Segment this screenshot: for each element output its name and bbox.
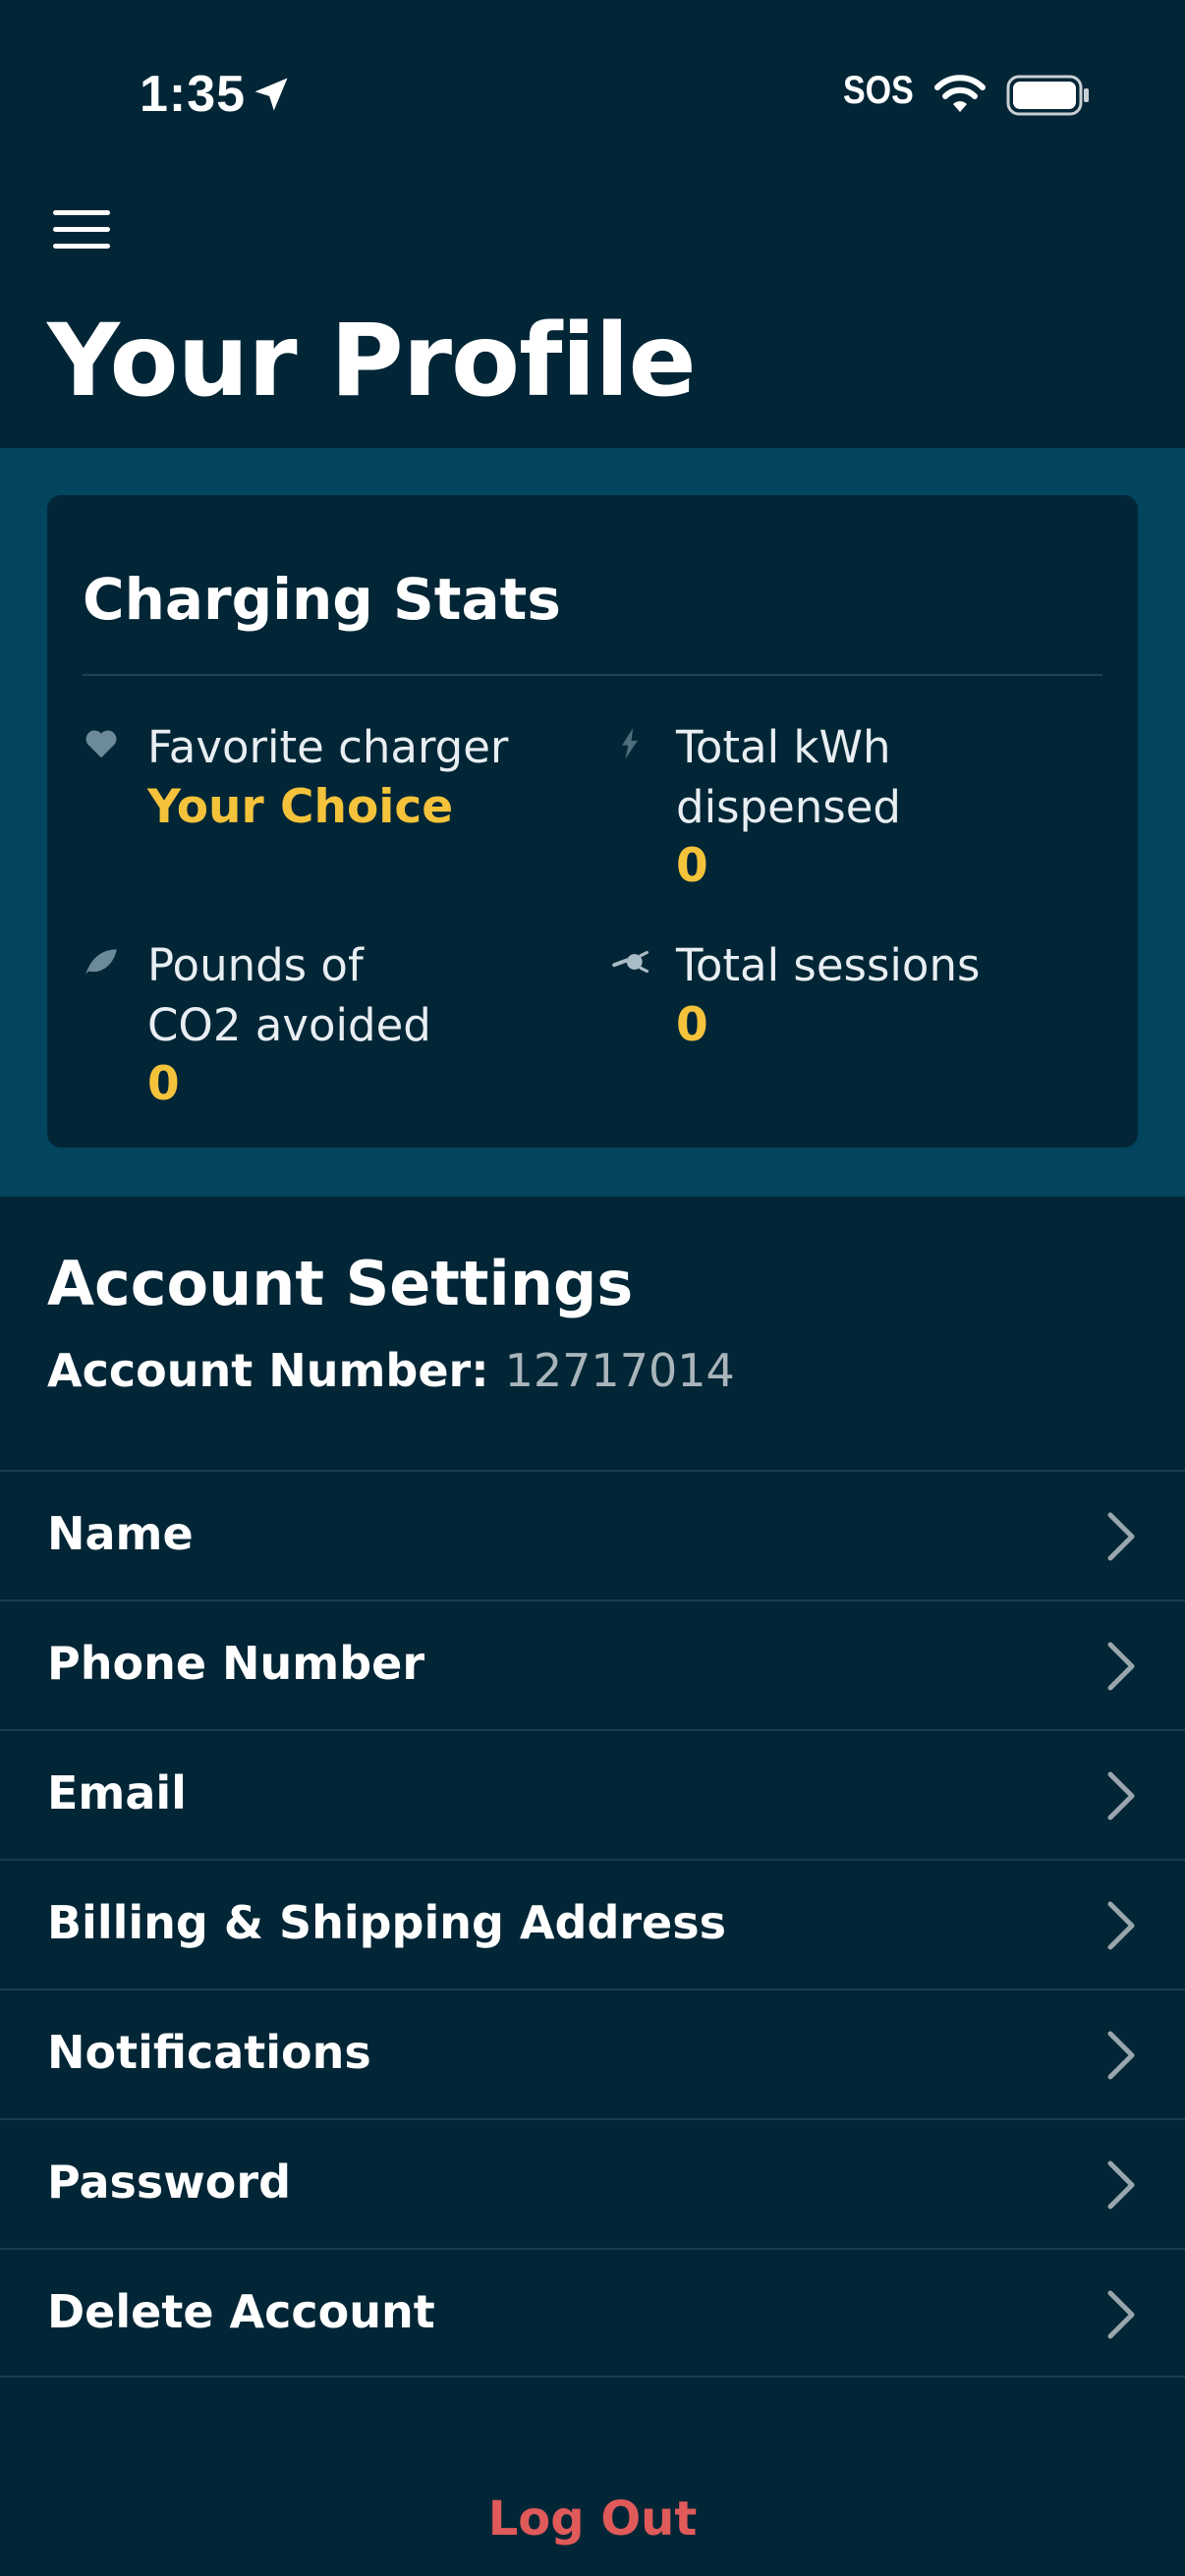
- log-out-button[interactable]: Log Out: [0, 2492, 1185, 2547]
- settings-item-password[interactable]: Password: [0, 2118, 1185, 2248]
- settings-item-label: Name: [47, 1507, 194, 1560]
- stat-label: Total sessions: [676, 939, 981, 991]
- settings-item-label: Billing & Shipping Address: [47, 1896, 727, 1949]
- settings-item-label: Notifications: [47, 2026, 371, 2079]
- charging-stats-card: Charging Stats Favorite charger Your Cho…: [47, 495, 1138, 1148]
- wifi-icon: [934, 75, 986, 112]
- settings-item-phone-number[interactable]: Phone Number: [0, 1599, 1185, 1729]
- account-number-row: Account Number: 12717014: [47, 1344, 735, 1397]
- settings-item-delete-account[interactable]: Delete Account: [0, 2248, 1185, 2378]
- settings-item-email[interactable]: Email: [0, 1729, 1185, 1859]
- stat-value: 0: [147, 1057, 180, 1111]
- account-number-label: Account Number:: [47, 1344, 489, 1397]
- leaf-icon: [85, 949, 117, 975]
- chevron-right-icon: [1107, 1642, 1135, 1691]
- chevron-right-icon: [1107, 2031, 1135, 2080]
- settings-item-notifications[interactable]: Notifications: [0, 1988, 1185, 2118]
- account-number-value: 12717014: [504, 1344, 735, 1397]
- status-bar: 1:35 SOS: [0, 0, 1185, 187]
- charging-stats-title: Charging Stats: [83, 566, 561, 633]
- stat-value: 0: [676, 839, 708, 893]
- status-time: 1:35: [140, 66, 247, 123]
- settings-item-billing-shipping-address[interactable]: Billing & Shipping Address: [0, 1859, 1185, 1988]
- stat-value: 0: [676, 998, 708, 1052]
- chevron-right-icon: [1107, 2160, 1135, 2210]
- location-arrow-icon: [254, 78, 288, 111]
- heart-icon: [85, 730, 117, 758]
- hamburger-menu-icon[interactable]: [53, 210, 110, 253]
- chevron-right-icon: [1107, 1512, 1135, 1561]
- charging-stats-section: Charging Stats Favorite charger Your Cho…: [0, 448, 1185, 1197]
- stat-label: Pounds of CO2 avoided: [147, 939, 431, 1051]
- profile-screen: 1:35 SOS Your Profile Charging Stats Fav…: [0, 0, 1185, 2576]
- plug-icon: [612, 950, 649, 974]
- card-divider: [83, 674, 1102, 676]
- account-settings-title: Account Settings: [47, 1248, 634, 1319]
- settings-item-label: Delete Account: [47, 2285, 435, 2338]
- stat-value: Your Choice: [147, 780, 454, 834]
- battery-icon: [1006, 75, 1089, 116]
- chevron-right-icon: [1107, 2290, 1135, 2339]
- stat-label: Favorite charger: [147, 721, 509, 773]
- settings-item-label: Email: [47, 1766, 187, 1820]
- stat-label: Total kWh dispensed: [676, 721, 901, 833]
- settings-item-label: Phone Number: [47, 1637, 425, 1690]
- sos-indicator: SOS: [843, 69, 914, 112]
- chevron-right-icon: [1107, 1771, 1135, 1820]
- chevron-right-icon: [1107, 1901, 1135, 1950]
- settings-item-label: Password: [47, 2156, 291, 2209]
- page-title: Your Profile: [47, 303, 697, 420]
- settings-item-name[interactable]: Name: [0, 1470, 1185, 1599]
- settings-list: Name Phone Number Email Billing & Shippi…: [0, 1470, 1185, 2378]
- lightning-icon: [622, 728, 638, 759]
